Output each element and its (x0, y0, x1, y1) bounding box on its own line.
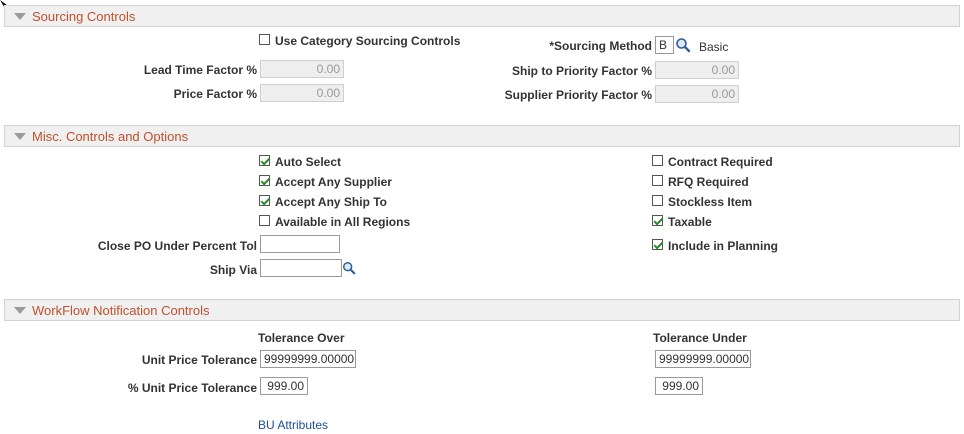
stockless-item-label: Stockless Item (668, 195, 753, 209)
accept-any-supplier-checkbox[interactable] (259, 175, 270, 186)
ship-via-input[interactable] (260, 259, 342, 277)
collapse-triangle-icon[interactable] (14, 13, 26, 20)
tolerance-over-header: Tolerance Over (258, 331, 345, 345)
auto-select-checkbox[interactable] (259, 155, 270, 166)
unit-price-tolerance-under-input[interactable]: 99999999.00000 (655, 350, 751, 368)
contract-required-label: Contract Required (668, 155, 773, 169)
section-header-misc-controls[interactable]: Misc. Controls and Options (4, 125, 960, 147)
accept-any-supplier-label: Accept Any Supplier (275, 175, 392, 189)
ship-to-priority-factor-label: Ship to Priority Factor % (511, 64, 652, 78)
pct-unit-price-tolerance-under-input[interactable]: 999.00 (655, 377, 703, 395)
include-in-planning-label: Include in Planning (668, 239, 779, 253)
pct-unit-price-tolerance-label: % Unit Price Tolerance (127, 381, 257, 395)
lead-time-factor-label: Lead Time Factor % (143, 63, 257, 77)
supplier-priority-factor-input: 0.00 (655, 85, 739, 103)
bu-attributes-link[interactable]: BU Attributes (258, 418, 328, 432)
section-title: WorkFlow Notification Controls (32, 303, 210, 318)
include-in-planning-checkbox[interactable] (652, 239, 663, 250)
close-po-label: Close PO Under Percent Tol (97, 239, 257, 253)
contract-required-checkbox[interactable] (652, 155, 663, 166)
auto-select-label: Auto Select (275, 155, 342, 169)
section-header-sourcing-controls[interactable]: Sourcing Controls (4, 5, 960, 27)
pct-unit-price-tolerance-over-input[interactable]: 999.00 (260, 377, 308, 395)
sourcing-method-label: *Sourcing Method (549, 39, 652, 53)
available-all-regions-label: Available in All Regions (275, 215, 411, 229)
close-po-input[interactable] (260, 235, 340, 253)
use-category-sourcing-checkbox[interactable] (259, 34, 270, 45)
sourcing-method-search-icon[interactable] (675, 37, 691, 53)
price-factor-label: Price Factor % (173, 87, 257, 101)
supplier-priority-factor-label: Supplier Priority Factor % (504, 88, 652, 102)
taxable-checkbox[interactable] (652, 215, 663, 226)
tolerance-under-header: Tolerance Under (653, 331, 747, 345)
stockless-item-checkbox[interactable] (652, 195, 663, 206)
available-all-regions-checkbox[interactable] (259, 215, 270, 226)
accept-any-ship-to-label: Accept Any Ship To (275, 195, 388, 209)
price-factor-input: 0.00 (260, 84, 344, 102)
lead-time-factor-input: 0.00 (260, 60, 344, 78)
accept-any-ship-to-checkbox[interactable] (259, 195, 270, 206)
section-header-workflow-notification[interactable]: WorkFlow Notification Controls (4, 299, 960, 321)
collapse-triangle-icon[interactable] (14, 307, 26, 314)
ship-to-priority-factor-input: 0.00 (655, 61, 739, 79)
collapse-triangle-icon[interactable] (14, 133, 26, 140)
section-title: Misc. Controls and Options (32, 129, 189, 144)
rfq-required-label: RFQ Required (668, 175, 749, 189)
ship-via-search-icon[interactable] (342, 261, 356, 275)
unit-price-tolerance-over-input[interactable]: 99999999.00000 (260, 350, 356, 368)
rfq-required-checkbox[interactable] (652, 175, 663, 186)
unit-price-tolerance-label: Unit Price Tolerance (141, 353, 257, 367)
sourcing-method-input[interactable]: B (655, 36, 674, 54)
use-category-sourcing-label: Use Category Sourcing Controls (275, 34, 461, 48)
taxable-label: Taxable (668, 215, 712, 229)
ship-via-label: Ship Via (209, 263, 257, 277)
sourcing-method-description: Basic (699, 40, 729, 54)
section-title: Sourcing Controls (32, 9, 136, 24)
